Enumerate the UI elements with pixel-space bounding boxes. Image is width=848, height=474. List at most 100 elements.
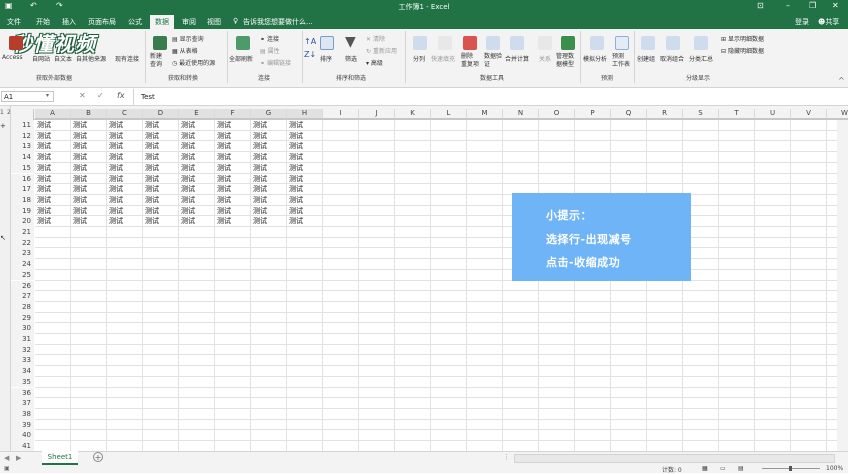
cell-f11[interactable]: 测试 bbox=[215, 120, 251, 131]
cell-g15[interactable]: 测试 bbox=[251, 163, 287, 174]
cell-c18[interactable]: 测试 bbox=[107, 195, 143, 206]
sort-asc-icon[interactable]: ↑A bbox=[304, 37, 316, 46]
tell-me-search[interactable]: 告诉我您想要做什么... bbox=[243, 17, 313, 27]
cell-b13[interactable]: 测试 bbox=[71, 141, 107, 152]
cell-d12[interactable]: 测试 bbox=[143, 131, 179, 142]
tab-insert[interactable]: 插入 bbox=[62, 17, 76, 27]
cell-f19[interactable]: 测试 bbox=[215, 206, 251, 217]
ribbon-edit-links[interactable]: ⚭ 编辑链接 bbox=[260, 58, 291, 67]
cell-c17[interactable]: 测试 bbox=[107, 184, 143, 195]
cell-g11[interactable]: 测试 bbox=[251, 120, 287, 131]
row-header-30[interactable]: 30 bbox=[11, 323, 34, 334]
row-header-27[interactable]: 27 bbox=[11, 291, 34, 302]
row-header-18[interactable]: 18 bbox=[11, 195, 34, 206]
cell-g13[interactable]: 测试 bbox=[251, 141, 287, 152]
ribbon-from-other[interactable]: 自其他来源 bbox=[76, 54, 106, 63]
ribbon-existing-conn[interactable]: 现有连接 bbox=[115, 54, 139, 63]
cell-a13[interactable]: 测试 bbox=[35, 141, 71, 152]
cell-a20[interactable]: 测试 bbox=[35, 216, 71, 227]
cell-f16[interactable]: 测试 bbox=[215, 174, 251, 185]
cell-g19[interactable]: 测试 bbox=[251, 206, 287, 217]
row-header-11[interactable]: 11 bbox=[11, 120, 34, 131]
tab-page-layout[interactable]: 页面布局 bbox=[88, 17, 116, 27]
cell-d14[interactable]: 测试 bbox=[143, 152, 179, 163]
share-button[interactable]: ☻共享 bbox=[818, 17, 839, 27]
cell-b16[interactable]: 测试 bbox=[71, 174, 107, 185]
cell-c14[interactable]: 测试 bbox=[107, 152, 143, 163]
row-header-17[interactable]: 17 bbox=[11, 184, 34, 195]
ribbon-from-table[interactable]: ▦ 从表格 bbox=[172, 46, 198, 55]
column-header-i[interactable]: I bbox=[323, 109, 359, 119]
ribbon-data-validation[interactable]: 数据验 证 bbox=[484, 53, 502, 69]
row-header-36[interactable]: 36 bbox=[11, 388, 34, 399]
cell-f12[interactable]: 测试 bbox=[215, 131, 251, 142]
cell-a16[interactable]: 测试 bbox=[35, 174, 71, 185]
cell-a15[interactable]: 测试 bbox=[35, 163, 71, 174]
column-header-f[interactable]: F bbox=[215, 109, 251, 119]
cell-h16[interactable]: 测试 bbox=[287, 174, 323, 185]
ribbon-reapply[interactable]: ↻ 重新应用 bbox=[366, 46, 397, 55]
ribbon-display-icon[interactable]: ⊡ bbox=[757, 1, 764, 10]
cell-c15[interactable]: 测试 bbox=[107, 163, 143, 174]
cell-a17[interactable]: 测试 bbox=[35, 184, 71, 195]
worksheet-grid[interactable]: 1 2 + ↖ ABCDEFGHIJKLMNOPQRSTUVW 11121314… bbox=[0, 106, 848, 451]
row-header-33[interactable]: 33 bbox=[11, 355, 34, 366]
cell-e16[interactable]: 测试 bbox=[179, 174, 215, 185]
row-header-32[interactable]: 32 bbox=[11, 345, 34, 356]
formula-input[interactable]: Test bbox=[133, 89, 848, 105]
row-header-14[interactable]: 14 bbox=[11, 152, 34, 163]
column-header-s[interactable]: S bbox=[683, 109, 719, 119]
cell-f15[interactable]: 测试 bbox=[215, 163, 251, 174]
ribbon-from-text[interactable]: 自文本 bbox=[54, 54, 72, 63]
row-header-21[interactable]: 21 bbox=[11, 227, 34, 238]
cell-h18[interactable]: 测试 bbox=[287, 195, 323, 206]
cell-b12[interactable]: 测试 bbox=[71, 131, 107, 142]
cell-e13[interactable]: 测试 bbox=[179, 141, 215, 152]
tab-file[interactable]: 文件 bbox=[7, 17, 21, 27]
row-header-26[interactable]: 26 bbox=[11, 281, 34, 292]
row-header-13[interactable]: 13 bbox=[11, 141, 34, 152]
cell-e20[interactable]: 测试 bbox=[179, 216, 215, 227]
add-sheet-button[interactable]: + bbox=[93, 452, 103, 462]
column-header-m[interactable]: M bbox=[467, 109, 503, 119]
column-header-e[interactable]: E bbox=[179, 109, 215, 119]
column-header-w[interactable]: W bbox=[827, 109, 848, 119]
tab-home[interactable]: 开始 bbox=[36, 17, 50, 27]
ribbon-new-query[interactable]: 新建 查询 bbox=[150, 53, 162, 69]
select-all-corner[interactable] bbox=[11, 109, 34, 120]
vertical-scrollbar[interactable] bbox=[837, 120, 848, 451]
ribbon-connections[interactable]: ⚭ 连接 bbox=[260, 34, 279, 43]
ribbon-ungroup[interactable]: 取消组合 bbox=[660, 54, 684, 63]
cell-h11[interactable]: 测试 bbox=[287, 120, 323, 131]
ribbon-filter[interactable]: 筛选 bbox=[345, 54, 357, 63]
ribbon-sort[interactable]: 排序 bbox=[320, 54, 332, 63]
outline-level-1[interactable]: 1 bbox=[0, 109, 4, 116]
ribbon-group[interactable]: 创建组 bbox=[637, 54, 655, 63]
cell-b14[interactable]: 测试 bbox=[71, 152, 107, 163]
cell-d15[interactable]: 测试 bbox=[143, 163, 179, 174]
cell-c16[interactable]: 测试 bbox=[107, 174, 143, 185]
column-header-r[interactable]: R bbox=[647, 109, 683, 119]
cell-d16[interactable]: 测试 bbox=[143, 174, 179, 185]
macro-icon[interactable]: ▣ bbox=[4, 465, 10, 472]
cell-h17[interactable]: 测试 bbox=[287, 184, 323, 195]
minimize-icon[interactable]: – bbox=[786, 1, 790, 10]
cell-g18[interactable]: 测试 bbox=[251, 195, 287, 206]
ribbon-show-queries[interactable]: ▤ 显示查询 bbox=[172, 34, 204, 43]
row-header-24[interactable]: 24 bbox=[11, 259, 34, 270]
column-header-b[interactable]: B bbox=[71, 109, 107, 119]
column-header-l[interactable]: L bbox=[431, 109, 467, 119]
more-options-icon[interactable]: ⋮ bbox=[503, 453, 510, 461]
row-header-38[interactable]: 38 bbox=[11, 409, 34, 420]
normal-view-icon[interactable]: ▦ bbox=[702, 465, 708, 472]
page-layout-icon[interactable]: ▭ bbox=[720, 465, 726, 472]
ribbon-data-model[interactable]: 管理数 据模型 bbox=[556, 53, 574, 69]
cell-d17[interactable]: 测试 bbox=[143, 184, 179, 195]
column-header-v[interactable]: V bbox=[791, 109, 827, 119]
cell-f20[interactable]: 测试 bbox=[215, 216, 251, 227]
tab-view[interactable]: 视图 bbox=[207, 17, 221, 27]
ribbon-what-if[interactable]: 模拟分析 bbox=[583, 54, 607, 63]
row-header-31[interactable]: 31 bbox=[11, 334, 34, 345]
ribbon-properties[interactable]: ▤ 属性 bbox=[260, 46, 280, 55]
row-header-34[interactable]: 34 bbox=[11, 366, 34, 377]
